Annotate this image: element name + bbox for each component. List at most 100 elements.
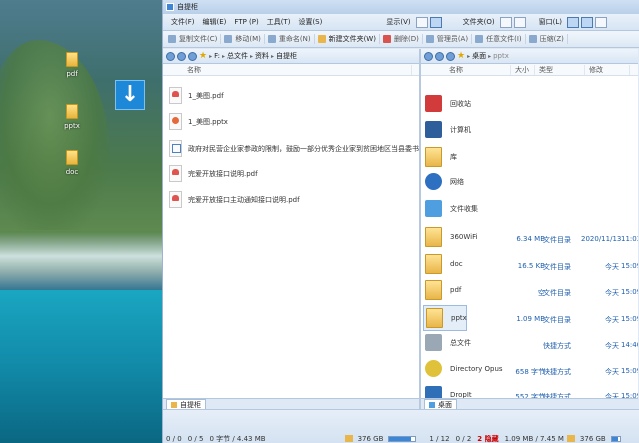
folder-icon — [66, 104, 78, 119]
copy-files-button[interactable]: 复制文件(C) — [165, 34, 222, 44]
pane-layout-1-icon[interactable] — [566, 16, 579, 28]
desktop-icon-pptx[interactable]: pptx — [57, 104, 87, 130]
list-item-shortcut[interactable]: 总文件 — [425, 334, 471, 351]
right-status-hidden: 2 隐藏 — [477, 434, 499, 443]
desktop-icon-label: pdf — [66, 70, 78, 78]
layout-dual-icon[interactable] — [429, 16, 442, 28]
favorites-star-icon[interactable]: ★ — [199, 51, 207, 61]
item-name: doc — [450, 260, 463, 268]
item-name: pdf — [450, 286, 462, 294]
up-icon[interactable] — [188, 51, 197, 61]
list-item-shortcut[interactable]: Directory Opus — [425, 360, 503, 377]
file-name: 完爱开放接口说明.pdf — [188, 169, 258, 178]
title-bar[interactable]: 自提柜 — [163, 0, 639, 14]
left-free-space-bar — [388, 435, 417, 442]
item-type: 快捷方式 — [543, 342, 571, 350]
file-row[interactable]: 1_美图.pptx — [169, 113, 228, 130]
menu-window[interactable]: 窗口(L) — [535, 17, 566, 27]
compress-icon — [528, 35, 537, 43]
menu-view[interactable]: 显示(V) — [382, 17, 414, 27]
menu-ftp[interactable]: FTP (P) — [230, 18, 262, 26]
menu-settings[interactable]: 设置(S) — [294, 17, 326, 27]
layout-single-icon[interactable] — [415, 16, 428, 28]
column-name[interactable]: 名称 — [183, 64, 412, 75]
file-row[interactable]: 政府对民营企业家参政的限制，鼓励一部分优秀企业家到贫困地区当县委书记 — [169, 140, 419, 157]
file-name: 1_美图.pptx — [188, 117, 228, 126]
breadcrumb-desktop[interactable]: 桌面 — [472, 51, 486, 61]
pdf-file-icon — [169, 165, 182, 182]
item-size: 658 字节 — [515, 368, 545, 376]
list-item-recycle-bin[interactable]: 回收站 — [425, 95, 471, 112]
column-type[interactable]: 类型 — [535, 64, 585, 75]
menu-edit[interactable]: 编辑(E) — [199, 17, 231, 27]
favorites-star-icon[interactable]: ★ — [457, 51, 465, 61]
column-size[interactable]: 大小 — [511, 64, 535, 75]
folder-icon — [425, 227, 442, 247]
file-row[interactable]: 完爱开放接口主动通知接口说明.pdf — [169, 191, 300, 208]
menu-file[interactable]: 文件(F) — [167, 17, 199, 27]
list-item-file-collect[interactable]: 文件收集 — [425, 200, 478, 217]
delete-button[interactable]: 删除(D) — [380, 34, 423, 44]
pane-layout-3-icon[interactable] — [594, 16, 607, 28]
list-item-folder-selected[interactable]: pptx — [423, 305, 467, 331]
right-status-bytes: 1.09 MB / 7.45 M — [504, 434, 564, 443]
menu-bar: 文件(F) 编辑(E) FTP (P) 工具(T) 设置(S) 显示(V) 文件… — [163, 14, 639, 31]
tab-left-folder[interactable]: 自提柜 — [166, 399, 206, 409]
item-type: 文件目录 — [543, 236, 571, 244]
up-icon[interactable] — [446, 51, 455, 61]
pdf-file-icon — [169, 191, 182, 208]
forward-icon[interactable] — [177, 51, 186, 61]
chevron-icon: ▸ — [249, 52, 253, 60]
desktop-icon-doc[interactable]: doc — [57, 150, 87, 176]
view-mode-2-icon[interactable] — [513, 16, 526, 28]
desktop-icon — [429, 401, 435, 408]
file-row[interactable]: 1_美图.pdf — [169, 87, 224, 104]
column-modified[interactable]: 修改 — [585, 64, 630, 75]
chevron-icon: ▸ — [270, 52, 274, 60]
tool-label: 压缩(Z) — [539, 35, 564, 43]
wallpaper-surf — [0, 232, 162, 292]
copy-icon — [168, 35, 176, 43]
window-title: 自提柜 — [177, 3, 198, 11]
pane-layout-2-icon[interactable] — [580, 16, 593, 28]
file-name: 完爱开放接口主动通知接口说明.pdf — [188, 195, 300, 204]
column-name[interactable]: 名称 — [445, 64, 511, 75]
folder-icon — [426, 308, 443, 328]
download-tile-icon[interactable]: ↓ — [115, 80, 145, 110]
breadcrumb-current[interactable]: pptx — [493, 52, 509, 60]
forward-icon[interactable] — [435, 51, 444, 61]
breadcrumb-folder[interactable]: 资料 — [255, 51, 269, 61]
breadcrumb-current[interactable]: 自提柜 — [276, 51, 297, 61]
breadcrumb-folder[interactable]: 总文件 — [227, 51, 248, 61]
menu-tools[interactable]: 工具(T) — [263, 17, 295, 27]
compress-button[interactable]: 压缩(Z) — [526, 34, 568, 44]
list-item-library[interactable]: 库 — [425, 147, 457, 167]
file-manager-window: 自提柜 文件(F) 编辑(E) FTP (P) 工具(T) 设置(S) 显示(V… — [162, 0, 639, 443]
list-item-network[interactable]: 网络 — [425, 173, 464, 190]
any-file-button[interactable]: 任意文件(I) — [472, 34, 526, 44]
breadcrumb-drive[interactable]: F: — [214, 52, 220, 60]
list-item-computer[interactable]: 计算机 — [425, 121, 471, 138]
move-button[interactable]: 移动(M) — [221, 34, 265, 44]
admin-button[interactable]: 管理员(A) — [423, 34, 473, 44]
tab-right-desktop[interactable]: 桌面 — [424, 399, 457, 409]
item-date: 2020/11/13 — [581, 235, 622, 243]
rename-button[interactable]: 重命名(N) — [265, 34, 315, 44]
computer-icon — [425, 121, 442, 138]
back-icon[interactable] — [166, 51, 175, 61]
desktop-wallpaper: pdf pptx doc ↓ — [0, 0, 162, 443]
list-item-folder[interactable]: 360WiFi — [425, 227, 478, 247]
view-mode-icon[interactable] — [499, 16, 512, 28]
back-icon[interactable] — [424, 51, 433, 61]
list-item-folder[interactable]: pdf — [425, 280, 461, 300]
file-row[interactable]: 完爱开放接口说明.pdf — [169, 165, 258, 182]
drive-icon — [566, 435, 575, 442]
right-tab-strip: 桌面 — [421, 398, 638, 409]
status-bar: 0 / 0 0 / 5 0 字节 / 4.43 MB 376 GB 1 / 12… — [163, 409, 639, 443]
list-item-folder[interactable]: doc — [425, 254, 463, 274]
new-folder-button[interactable]: 新建文件夹(W) — [315, 34, 380, 44]
menu-folder[interactable]: 文件夹(O) — [459, 17, 499, 27]
desktop-icon-pdf[interactable]: pdf — [57, 52, 87, 78]
item-size: 空 — [538, 289, 545, 297]
folder-icon — [66, 52, 78, 67]
